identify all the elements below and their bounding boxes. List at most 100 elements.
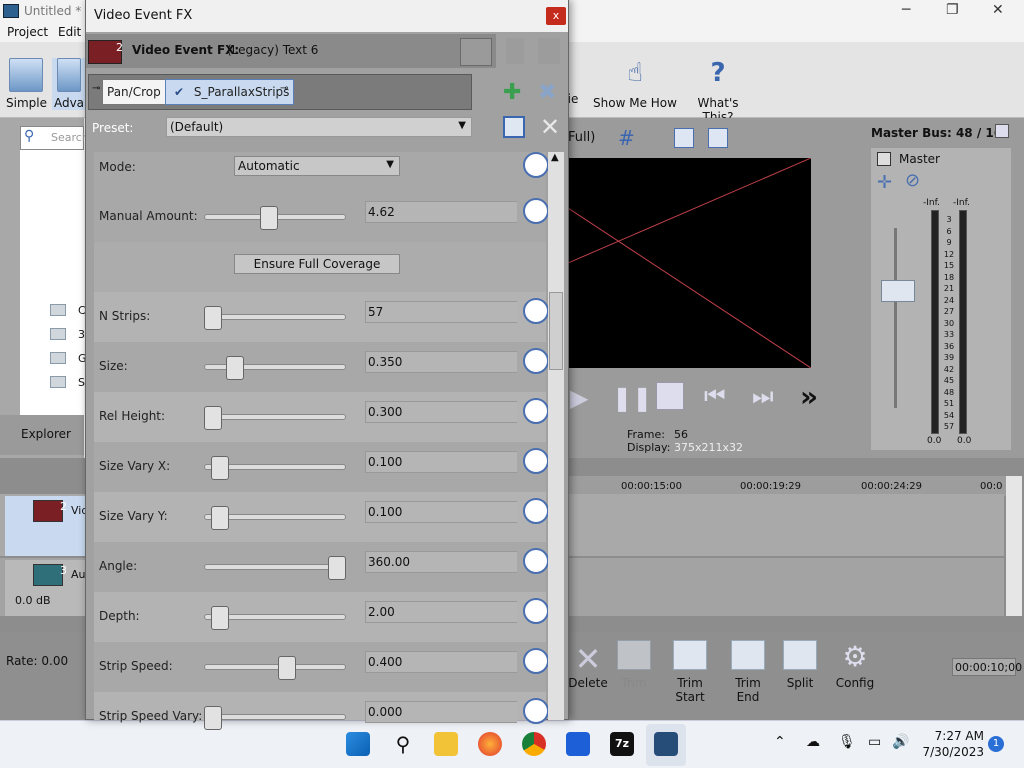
search-input[interactable]: ⚲ Search <box>20 126 89 150</box>
keyframe-clock-icon[interactable] <box>523 348 549 374</box>
explorer-tab[interactable]: Explorer <box>0 415 84 455</box>
restore-icon[interactable]: ❐ <box>946 2 959 18</box>
timecode-field[interactable]: 00:00:10;00 <box>952 658 1022 676</box>
keyframe-clock-icon[interactable] <box>523 298 549 324</box>
param-value-field[interactable]: 0.100 <box>365 501 517 523</box>
app-blue-icon[interactable] <box>566 732 590 756</box>
master-fx-icon[interactable] <box>877 152 891 166</box>
tray-chevron-icon[interactable]: ⌃ <box>774 734 786 750</box>
keyframe-clock-icon[interactable] <box>523 198 549 224</box>
stop-icon[interactable] <box>656 382 684 410</box>
keyframe-clock-icon[interactable] <box>523 448 549 474</box>
param-slider-thumb[interactable] <box>204 306 222 330</box>
param-slider-thumb[interactable] <box>211 506 230 530</box>
param-value-field[interactable]: 0.350 <box>365 351 517 373</box>
remove-fx-icon[interactable]: ✖ <box>538 80 556 105</box>
trim-end-button[interactable]: Trim End <box>724 640 772 704</box>
fx-toggle-icon[interactable] <box>506 38 524 64</box>
param-slider[interactable] <box>204 556 346 580</box>
config-button[interactable]: ⚙ Config <box>834 640 876 690</box>
param-value-field[interactable]: 0.100 <box>365 451 517 473</box>
add-fx-plus-icon[interactable]: ✚ <box>503 80 521 105</box>
timeline-vertical-scrollbar[interactable] <box>1006 476 1022 616</box>
bypass-icon[interactable]: ⊘ <box>905 170 920 191</box>
param-slider[interactable] <box>204 506 346 530</box>
play-icon[interactable]: ▶ <box>570 384 588 412</box>
keyframe-clock-icon[interactable] <box>523 152 549 178</box>
microphone-icon[interactable]: 🎙 <box>838 734 856 750</box>
keyframe-clock-icon[interactable] <box>523 598 549 624</box>
scroll-up-icon[interactable]: ▲ <box>551 152 559 163</box>
keyframe-clock-icon[interactable] <box>523 648 549 674</box>
master-fader-thumb[interactable] <box>881 280 915 302</box>
7zip-icon[interactable]: 7z <box>610 732 634 756</box>
save-preset-icon[interactable] <box>503 116 525 138</box>
param-slider-thumb[interactable] <box>211 456 230 480</box>
copy-frame-icon[interactable] <box>674 128 694 148</box>
param-slider-thumb[interactable] <box>204 706 222 730</box>
ensure-full-coverage-button[interactable]: Ensure Full Coverage <box>234 254 400 274</box>
chain-pan-crop-button[interactable]: Pan/Crop <box>102 79 166 105</box>
param-value-field[interactable]: 0.000 <box>365 701 517 723</box>
explorer-tree[interactable]: C 3 G S <box>20 150 87 415</box>
whats-this-button[interactable]: ? What's This? <box>682 56 754 124</box>
param-slider-thumb[interactable] <box>211 606 230 630</box>
keyframe-clock-icon[interactable] <box>523 548 549 574</box>
video-track-header[interactable]: 2 Vid <box>5 496 88 556</box>
dialog-close-button[interactable]: x <box>546 7 566 25</box>
minimize-icon[interactable]: ─ <box>902 2 910 18</box>
master-options-icon[interactable] <box>995 124 1009 138</box>
param-slider[interactable] <box>204 706 346 730</box>
chain-parallax-strips-button[interactable]: ✔ S_ParallaxStrips <box>165 79 295 105</box>
params-scrollbar[interactable]: ▲ <box>548 152 564 720</box>
advanced-mode-button[interactable]: Adva <box>52 58 86 110</box>
param-value-field[interactable]: 0.400 <box>365 651 517 673</box>
menu-edit[interactable]: Edit <box>58 25 81 39</box>
grid-icon[interactable]: # <box>618 126 635 150</box>
chain-view-icon[interactable] <box>460 38 492 66</box>
delete-button[interactable]: ✕ Delete <box>568 640 608 690</box>
param-slider-thumb[interactable] <box>226 356 245 380</box>
close-window-icon[interactable]: ✕ <box>992 2 1004 18</box>
trim-button[interactable]: Trim <box>614 640 654 690</box>
master-fader-track[interactable] <box>894 228 897 408</box>
split-button[interactable]: Split <box>780 640 820 690</box>
network-icon[interactable]: ☁ <box>806 734 820 750</box>
dialog-titlebar[interactable]: Video Event FX x <box>86 0 568 32</box>
param-slider-thumb[interactable] <box>259 206 278 230</box>
keyframe-clock-icon[interactable] <box>523 498 549 524</box>
save-frame-icon[interactable] <box>708 128 728 148</box>
param-slider[interactable] <box>204 606 346 630</box>
delete-preset-icon[interactable]: ✕ <box>540 113 560 141</box>
vegas-taskbar-icon[interactable] <box>654 732 678 756</box>
param-value-field[interactable]: 2.00 <box>365 601 517 623</box>
more-controls-icon[interactable]: » <box>800 380 818 413</box>
param-slider[interactable] <box>204 306 346 330</box>
param-slider[interactable] <box>204 356 346 380</box>
param-slider[interactable] <box>204 406 346 430</box>
keyframe-clock-icon[interactable] <box>523 398 549 424</box>
params-scroll-thumb[interactable] <box>549 292 563 370</box>
param-slider-thumb[interactable] <box>278 656 297 680</box>
insert-fx-icon[interactable]: ✛ <box>877 172 892 193</box>
param-slider-thumb[interactable] <box>204 406 222 430</box>
param-slider[interactable] <box>204 656 346 680</box>
trim-start-button[interactable]: Trim Start <box>661 640 719 704</box>
display-icon[interactable]: ▭ <box>868 734 881 750</box>
volume-icon[interactable]: 🔊 <box>892 734 909 750</box>
preset-select[interactable]: (Default) ▼ <box>166 117 472 137</box>
audio-track-header[interactable]: 3 Au 0.0 dB <box>5 560 86 616</box>
notification-badge[interactable]: 1 <box>988 736 1004 752</box>
mode-select[interactable]: Automatic ▼ <box>234 156 400 176</box>
param-slider-thumb[interactable] <box>328 556 346 580</box>
show-me-how-button[interactable]: ☝ Show Me How <box>592 56 678 110</box>
param-value-field[interactable]: 57 <box>365 301 517 323</box>
menu-project[interactable]: Project <box>7 25 48 39</box>
param-value-field[interactable]: 360.00 <box>365 551 517 573</box>
fx-options-icon[interactable] <box>538 38 560 64</box>
keyframe-clock-icon[interactable] <box>523 698 549 724</box>
previous-frame-icon[interactable]: ⏮ <box>704 382 726 410</box>
preview-quality-select[interactable]: Full) <box>568 130 595 145</box>
taskbar-clock[interactable]: 7:27 AM 7/30/2023 <box>920 728 984 760</box>
param-value-field[interactable]: 4.62 <box>365 201 517 223</box>
